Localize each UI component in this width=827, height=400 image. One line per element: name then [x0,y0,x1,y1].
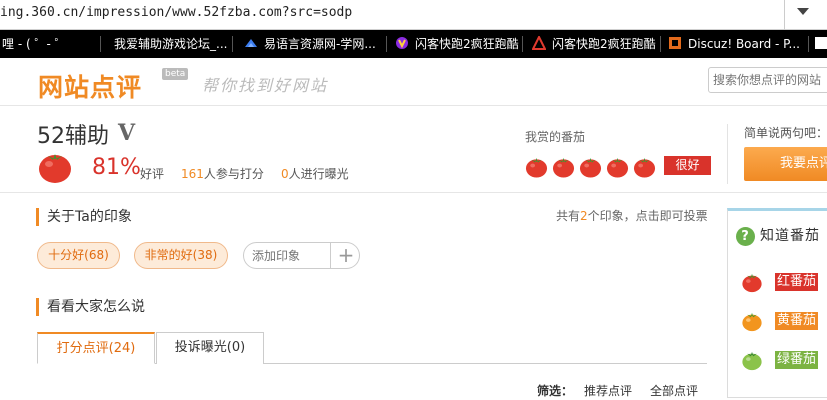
tomato-icon[interactable] [633,155,656,178]
bookmark-divider [386,36,387,52]
add-impression-field: + [243,242,360,269]
address-bar[interactable]: ing.360.cn/impression/www.52fzba.com?src… [0,0,827,30]
tomato-rating[interactable] [525,155,656,178]
impressions-info-prefix: 共有 [556,209,581,223]
bookmark-label: 闪客快跑2疯狂跑酷 [552,37,656,51]
site-slogan: 帮你找到好网站 [202,76,329,95]
vote-label: 我赏的番茄 [525,130,586,144]
raters-count: 161 [181,167,204,181]
bookmark-label: 哩 - ( ゜- ゜ [2,37,67,51]
tab-ratings[interactable]: 打分点评(24) [37,332,155,364]
site-header: 网站点评 beta 帮你找到好网站 [0,58,827,106]
bookmark-item[interactable]: 闪客快跑2疯狂跑酷 [395,30,519,58]
site-logo[interactable]: 网站点评 [38,68,142,104]
question-icon: ? [736,227,755,246]
bookmark-item[interactable]: 易语言资源网-学网... [244,30,376,58]
beta-badge: beta [162,68,189,80]
tab-complaints[interactable]: 投诉曝光(0) [156,332,264,364]
tomato-icon[interactable] [525,155,548,178]
tomato-icon [39,154,71,183]
exposure-label: 人进行曝光 [288,167,349,181]
exposure-count: 0 [281,167,289,181]
bookmark-item[interactable]: 哩 - ( ゜- ゜ [2,30,67,58]
write-review-button[interactable]: 我要点评 [744,147,827,181]
good-button[interactable]: 很好 [664,156,711,175]
panel-title: 知道番茄 [760,228,820,244]
panel-heading: ? 知道番茄 [736,225,820,246]
bookmark-label: 闪客快跑2疯狂跑酷 [415,37,519,51]
bookmark-item[interactable]: 闪客快跑2疯狂跑酷 [532,30,656,58]
impressions-info: 共有2个印象，点击即可投票 [556,207,708,224]
bookmarks-bar: 哩 - ( ゜- ゜ 我爱辅助游戏论坛_... 易语言资源网-学网... 闪客快… [0,30,827,58]
tomato-icon[interactable] [606,155,629,178]
add-impression-input[interactable] [252,247,328,265]
divider [727,124,728,184]
raters-stat: 161人参与打分 [181,165,264,182]
filter-all[interactable]: 全部点评 [650,382,698,399]
dropdown-arrow-icon[interactable] [797,8,809,15]
address-url[interactable]: ing.360.cn/impression/www.52fzba.com?src… [0,5,352,20]
reviews-heading: 看看大家怎么说 [36,298,145,316]
green-tomato-label: 绿番茄 [775,351,819,369]
bookmark-label: Discuz! Board - P... [688,37,800,51]
tomato-icon[interactable] [552,155,575,178]
tomato-icon[interactable] [579,155,602,178]
verified-mark: V [118,120,136,146]
filter-label: 筛选： [537,384,574,398]
bookmark-label: 我爱辅助游戏论坛_... [114,37,228,51]
tomato-guide-panel: ?知道番茄 红番茄 - 黄番茄 - 绿番茄 - [727,208,827,398]
add-impression-button[interactable]: + [334,244,358,267]
impressions-count: 2 [580,209,588,223]
warning-triangle-icon [532,36,546,50]
impression-tag[interactable]: 非常的好(38) [134,242,228,269]
address-divider [784,0,785,30]
bookmark-divider [232,36,233,52]
bookmark-divider [100,36,101,52]
favicon-icon [245,39,257,47]
favicon-icon [815,37,827,49]
say-label: 简单说两句吧： [744,126,827,140]
good-label: 好评 [140,167,165,181]
site-title: 52辅助 [37,124,109,149]
green-tomato-icon [742,351,762,371]
divider [330,243,331,268]
bookmark-label: 易语言资源网-学网... [264,37,376,51]
impression-tag[interactable]: 十分好(68) [37,242,120,269]
bookmark-divider [808,36,809,52]
yellow-tomato-icon [742,312,762,332]
bookmark-item[interactable]: Discuz! Board - P... [668,30,800,58]
impressions-info-suffix: 个印象，点击即可投票 [587,209,708,223]
good-percent: 81% [92,155,141,180]
favicon-icon [669,37,681,49]
favicon-icon [396,37,408,49]
red-tomato-icon [742,273,762,293]
impressions-heading: 关于Ta的印象 [36,208,132,226]
search-input[interactable] [708,67,827,93]
exposure-stat: 0人进行曝光 [281,165,349,182]
yellow-tomato-label: 黄番茄 [775,312,819,330]
filter-recommended[interactable]: 推荐点评 [584,382,632,399]
bookmark-divider [660,36,661,52]
bookmark-divider [522,36,523,52]
raters-label: 人参与打分 [203,167,264,181]
bookmark-item[interactable]: 我爱辅助游戏论坛_... [114,30,227,58]
bookmark-item[interactable] [814,30,827,58]
red-tomato-label: 红番茄 [775,273,819,291]
